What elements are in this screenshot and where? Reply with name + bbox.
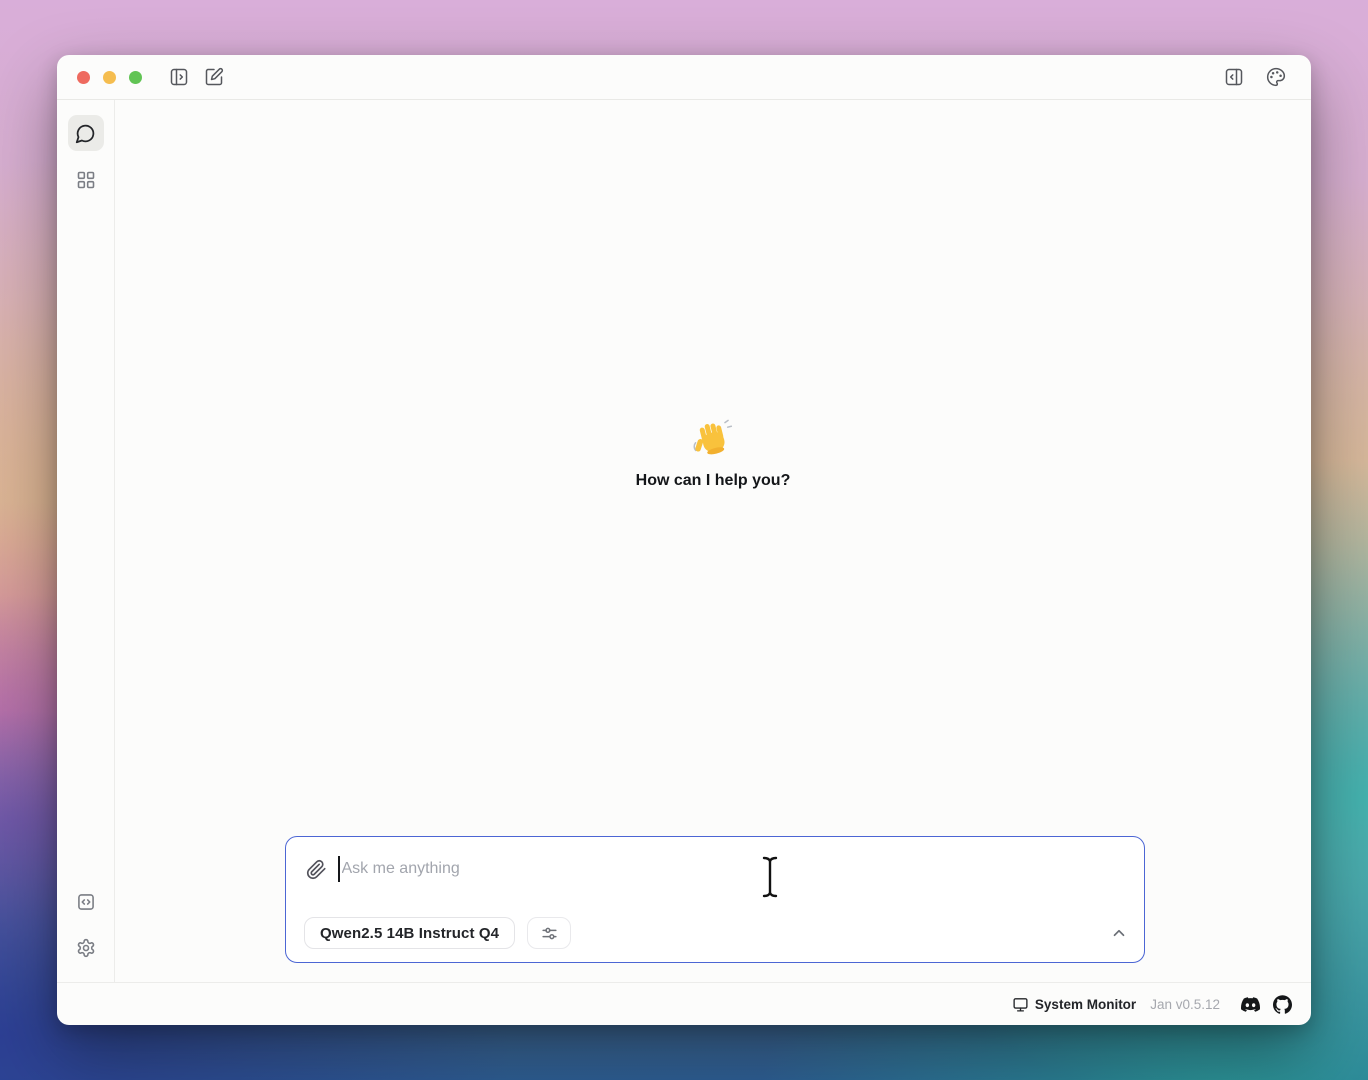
close-button[interactable] — [77, 71, 90, 84]
model-selector[interactable]: Qwen2.5 14B Instruct Q4 — [304, 917, 515, 949]
titlebar[interactable] — [57, 55, 1311, 100]
app-version-label: Jan v0.5.12 — [1150, 997, 1220, 1012]
greeting-title: How can I help you? — [636, 472, 791, 490]
gear-icon — [76, 938, 96, 958]
collapse-chevron-up-icon[interactable] — [1110, 924, 1128, 942]
discord-icon[interactable] — [1241, 995, 1260, 1014]
sidebar-item-local-api-server[interactable] — [68, 884, 104, 920]
system-monitor-toggle[interactable]: System Monitor — [1012, 996, 1136, 1013]
code-square-icon — [76, 892, 96, 912]
attachment-paperclip-icon[interactable] — [306, 859, 327, 880]
system-monitor-label: System Monitor — [1035, 997, 1136, 1012]
chat-composer: Qwen2.5 14B Instruct Q4 — [285, 836, 1145, 963]
left-sidebar — [57, 100, 115, 982]
greeting: How can I help you? — [115, 418, 1311, 490]
model-settings-button[interactable] — [527, 917, 571, 949]
statusbar: System Monitor Jan v0.5.12 — [57, 982, 1311, 1025]
toggle-left-panel-icon[interactable] — [164, 62, 194, 92]
sidebar-item-threads[interactable] — [68, 115, 104, 151]
sidebar-item-hub[interactable] — [68, 162, 104, 198]
github-icon[interactable] — [1273, 995, 1292, 1014]
chat-bubble-icon — [75, 123, 96, 144]
sidebar-item-settings[interactable] — [68, 930, 104, 966]
main-content: How can I help you? Qwen2.5 14B Instruct… — [115, 100, 1311, 982]
zoom-button[interactable] — [129, 71, 142, 84]
traffic-lights — [77, 71, 142, 84]
jan-app-window: How can I help you? Qwen2.5 14B Instruct… — [57, 55, 1311, 1025]
wave-emoji — [691, 418, 735, 462]
new-thread-icon[interactable] — [199, 62, 229, 92]
message-input[interactable] — [342, 855, 1125, 883]
sliders-icon — [540, 924, 559, 943]
appearance-palette-icon[interactable] — [1261, 62, 1291, 92]
monitor-icon — [1012, 996, 1029, 1013]
toggle-right-panel-icon[interactable] — [1219, 62, 1249, 92]
minimize-button[interactable] — [103, 71, 116, 84]
text-caret — [338, 856, 340, 882]
grid-icon — [76, 170, 96, 190]
